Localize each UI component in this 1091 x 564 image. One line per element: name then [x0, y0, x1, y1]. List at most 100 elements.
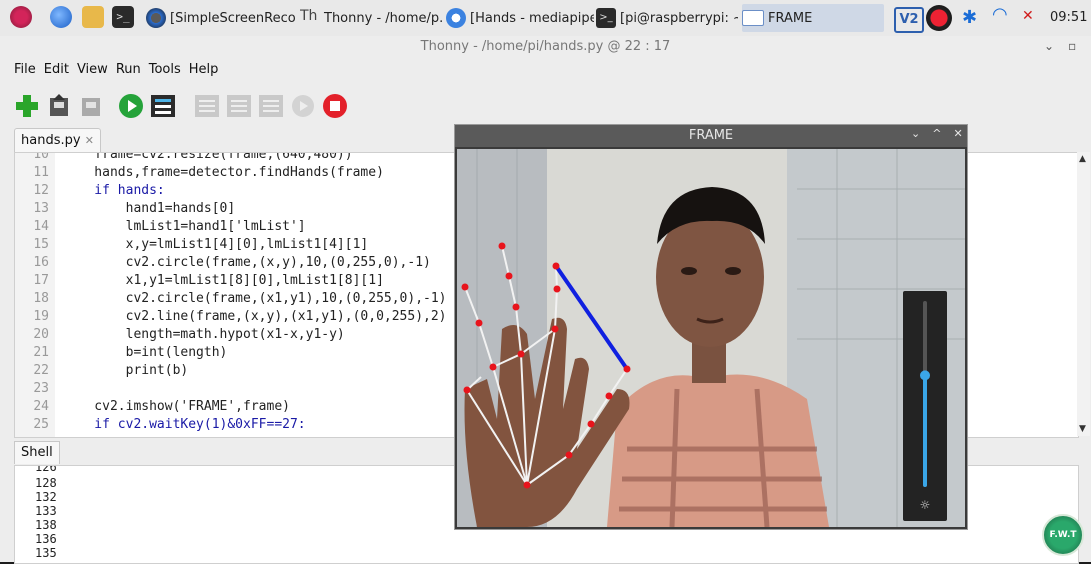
landmark-point — [552, 262, 560, 270]
task-label: Thonny - /home/p... — [324, 10, 442, 26]
code-line: lmList1=hand1['lmList'] — [63, 219, 306, 234]
maximize-button[interactable]: ^ — [932, 127, 941, 140]
step-into-button[interactable] — [226, 93, 252, 119]
stop-icon — [323, 94, 347, 118]
minimize-button[interactable]: ⌄ — [1044, 39, 1054, 53]
hand-landmarks — [461, 242, 631, 489]
resume-icon — [292, 95, 314, 117]
line-number: 20 — [33, 327, 49, 342]
thonny-icon: Th — [300, 8, 318, 24]
landmark-point — [587, 420, 595, 428]
line-number: 23 — [33, 381, 49, 396]
menu-bar: File Edit View Run Tools Help — [14, 62, 218, 80]
landmark-point — [565, 451, 573, 459]
landmark-point — [517, 350, 525, 358]
code-line: frame=cv2.resize(frame,(640,480)) — [63, 152, 353, 162]
tab-close-button[interactable]: ✕ — [85, 134, 94, 147]
line-number: 19 — [33, 309, 49, 324]
line-number: 21 — [33, 345, 49, 360]
file-manager-icon[interactable] — [82, 6, 104, 28]
shell-line: 135 — [35, 546, 57, 560]
thumb-index-connector — [554, 264, 629, 371]
line-number: 13 — [33, 201, 49, 216]
stop-button[interactable] — [322, 93, 348, 119]
frame-window: FRAME ⌄ ^ ✕ ☼ — [454, 124, 968, 530]
save-file-button[interactable] — [78, 93, 104, 119]
run-button[interactable] — [118, 93, 144, 119]
editor-scrollbar[interactable]: ▲ ▼ — [1077, 152, 1090, 436]
task-terminal[interactable]: >_ [pi@raspberrypi: ~] — [596, 4, 738, 32]
landmark-point — [605, 392, 613, 400]
tab-shell[interactable]: Shell ✕ — [14, 441, 60, 481]
skeleton-line — [526, 265, 559, 486]
menu-view[interactable]: View — [77, 62, 108, 80]
line-number: 14 — [33, 219, 49, 234]
play-icon — [119, 94, 143, 118]
scroll-down-icon[interactable]: ▼ — [1079, 424, 1086, 434]
line-number: 11 — [33, 165, 49, 180]
code-line: x1,y1=lmList1[8][0],lmList1[8][1] — [63, 273, 384, 288]
landmark-point — [505, 272, 513, 280]
new-file-button[interactable] — [14, 93, 40, 119]
tab-label: hands.py — [21, 133, 81, 148]
task-frame[interactable]: FRAME — [742, 4, 884, 32]
debug-button[interactable] — [150, 93, 176, 119]
menu-run[interactable]: Run — [116, 62, 141, 80]
landmark-point — [463, 386, 471, 394]
task-label: [pi@raspberrypi: ~] — [620, 10, 738, 26]
task-hands-browser[interactable]: [Hands - mediapipe... — [446, 4, 594, 32]
record-indicator-icon[interactable] — [926, 5, 952, 31]
code-line: hands,frame=detector.findHands(frame) — [63, 165, 384, 180]
web-browser-icon[interactable] — [50, 6, 72, 28]
minimize-button[interactable]: ⌄ — [911, 127, 920, 140]
step-over-button[interactable] — [194, 93, 220, 119]
maximize-button[interactable]: ▫ — [1068, 39, 1076, 53]
task-label: [Hands - mediapipe... — [470, 10, 594, 26]
bluetooth-icon[interactable]: ✱ — [962, 7, 977, 28]
menu-tools[interactable]: Tools — [149, 62, 181, 80]
menu-edit[interactable]: Edit — [44, 62, 69, 80]
landmark-point — [551, 325, 559, 333]
vnc-icon[interactable]: V2 — [894, 7, 924, 33]
code-line: length=math.hypot(x1-x,y1-y) — [63, 327, 345, 342]
close-button[interactable]: ✕ — [953, 127, 962, 140]
tab-hands-py[interactable]: hands.py ✕ — [14, 128, 101, 153]
line-number: 24 — [33, 399, 49, 414]
landmark-point — [461, 283, 469, 291]
shell-line: 133 — [35, 504, 57, 518]
step-out-button[interactable] — [258, 93, 284, 119]
raspberry-menu-icon[interactable] — [10, 6, 32, 28]
line-number: 12 — [33, 183, 49, 198]
wifi-icon[interactable]: ◠ — [992, 4, 1008, 25]
frame-window-title[interactable]: FRAME — [455, 125, 967, 147]
recorder-icon — [146, 8, 166, 28]
resume-button[interactable] — [290, 93, 316, 119]
landmark-point — [475, 319, 483, 327]
scroll-up-icon[interactable]: ▲ — [1079, 154, 1086, 164]
channel-logo: F.W.T — [1042, 514, 1084, 556]
line-number: 15 — [33, 237, 49, 252]
terminal-icon[interactable]: >_ — [112, 6, 134, 28]
volume-muted-icon[interactable]: ✕ — [1022, 8, 1034, 24]
open-file-button[interactable] — [46, 93, 72, 119]
menu-help[interactable]: Help — [189, 62, 219, 80]
open-icon — [50, 94, 68, 116]
task-simplescreenrecorder[interactable]: [SimpleScreenReco... — [146, 4, 296, 32]
step-over-icon — [195, 95, 219, 117]
plus-icon — [16, 95, 38, 117]
task-label: FRAME — [768, 10, 813, 26]
line-number: 25 — [33, 417, 49, 432]
skeleton-line — [492, 328, 556, 368]
code-line: cv2.circle(frame,(x1,y1),10,(0,255,0),-1… — [63, 291, 447, 306]
task-thonny[interactable]: Th Thonny - /home/p... — [300, 4, 442, 32]
shell-line: 132 — [35, 490, 57, 504]
code-line: b=int(length) — [63, 345, 228, 360]
window-icon — [742, 10, 764, 26]
frame-window-controls: ⌄ ^ ✕ — [911, 127, 963, 140]
shell-line: 126 — [35, 465, 57, 474]
taskbar: >_ [SimpleScreenReco... Th Thonny - /hom… — [0, 0, 1091, 37]
tab-label: Shell — [21, 445, 53, 460]
menu-file[interactable]: File — [14, 62, 36, 80]
line-number: 17 — [33, 273, 49, 288]
toolbar — [14, 90, 348, 122]
